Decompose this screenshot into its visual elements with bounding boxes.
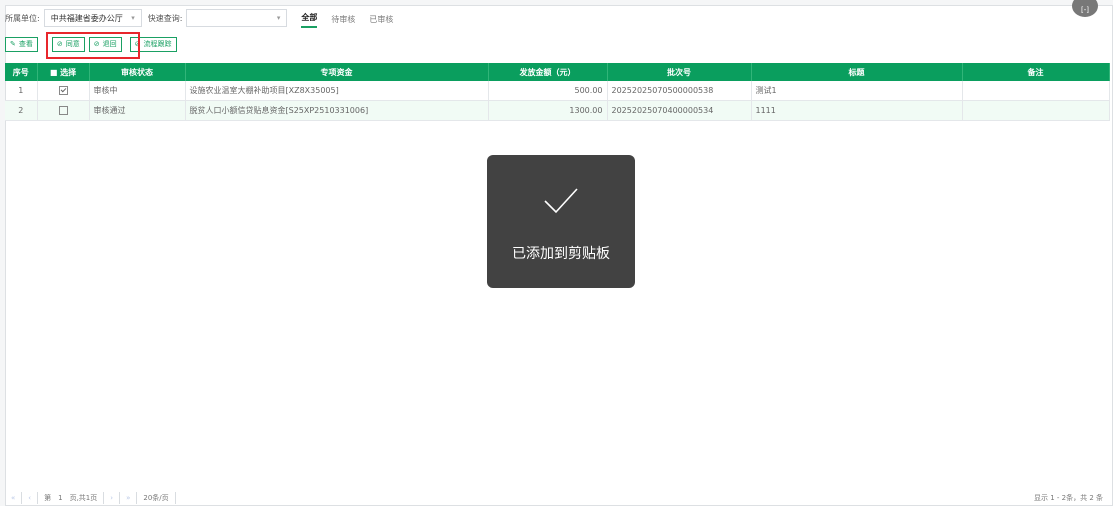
pagination-bar: « ‹ 第 1 页,共1页 › » 20条/页 显示 1 - 2条，共 2 条 (5, 492, 1109, 504)
row-title: 1111 (751, 100, 963, 121)
checkbox-checked[interactable] (58, 86, 68, 95)
row-title: 测试1 (751, 81, 963, 101)
col-amount[interactable]: 发放金额（元） (488, 63, 608, 81)
row-select[interactable] (37, 100, 90, 121)
tab-pending[interactable]: 待审核 (331, 14, 355, 28)
table-row[interactable]: 1 审核中 设施农业温室大棚补助项目[XZ8X35005] 500.00 202… (5, 81, 1110, 101)
edit-icon: ✎ (10, 40, 16, 48)
next-page-button[interactable]: › (104, 492, 121, 504)
page-size-select[interactable]: 20条/页 (137, 492, 176, 504)
toast-message: 已添加到剪贴板 (512, 246, 610, 262)
status-tabs: 全部 待审核 已审核 (301, 8, 407, 28)
tab-reviewed[interactable]: 已审核 (369, 14, 393, 28)
checkmark-icon (544, 188, 578, 214)
col-status[interactable]: 审核状态 (89, 63, 186, 81)
checkbox-unchecked[interactable] (58, 106, 68, 115)
row-status: 审核通过 (89, 100, 186, 121)
page-indicator: 第 1 页,共1页 (38, 492, 105, 504)
row-amount: 1300.00 (488, 100, 608, 121)
row-select[interactable] (37, 81, 90, 101)
unit-label: 所属单位: (5, 13, 40, 23)
last-page-button[interactable]: » (120, 492, 138, 504)
chevron-down-icon: ▾ (276, 14, 281, 22)
row-fund: 设施农业温室大棚补助项目[XZ8X35005] (185, 81, 489, 101)
col-fund[interactable]: 专项资金 (185, 63, 489, 81)
row-remark (962, 100, 1110, 121)
clipboard-toast: 已添加到剪贴板 (487, 155, 635, 288)
quick-search-select[interactable]: ▾ (186, 9, 288, 27)
page-suffix: 页,共1页 (69, 494, 98, 502)
col-remark[interactable]: 备注 (962, 63, 1110, 81)
row-fund: 脱贫人口小额信贷贴息资金[S25XP2510331006] (185, 100, 489, 121)
row-batch: 20252025070400000534 (607, 100, 752, 121)
page-prefix: 第 (44, 494, 52, 502)
first-page-button[interactable]: « (5, 492, 23, 504)
unit-value: 中共福建省委办公厅 (50, 13, 123, 23)
page-input[interactable]: 1 (53, 494, 67, 502)
tab-all[interactable]: 全部 (301, 12, 318, 28)
row-no: 1 (5, 81, 38, 101)
audit-table: 序号 ■ 选择 审核状态 专项资金 发放金额（元） 批次号 标题 备注 1 审核… (5, 63, 1110, 121)
pagination-info: 显示 1 - 2条，共 2 条 (1033, 494, 1103, 502)
row-status: 审核中 (89, 81, 186, 101)
row-remark (962, 81, 1110, 101)
corner-badge-text: [-] (1081, 6, 1089, 14)
quick-search-label: 快速查询: (147, 13, 183, 23)
highlight-box (46, 32, 140, 59)
row-amount: 500.00 (488, 81, 608, 101)
col-batch[interactable]: 批次号 (607, 63, 752, 81)
table-header: 序号 ■ 选择 审核状态 专项资金 发放金额（元） 批次号 标题 备注 (5, 63, 1110, 81)
view-button-label: 查看 (18, 40, 33, 48)
row-batch: 20252025070500000538 (607, 81, 752, 101)
col-no[interactable]: 序号 (5, 63, 38, 81)
col-select[interactable]: ■ 选择 (37, 63, 90, 81)
flow-track-button-label: 流程跟踪 (143, 40, 172, 48)
unit-select[interactable]: 中共福建省委办公厅 ▾ (43, 9, 142, 27)
chevron-down-icon: ▾ (131, 14, 135, 22)
row-no: 2 (5, 100, 38, 121)
prev-page-button[interactable]: ‹ (22, 492, 39, 504)
filter-bar: 所属单位: 中共福建省委办公厅 ▾ 快速查询: ▾ 全部 待审核 已审核 (5, 8, 407, 28)
col-title[interactable]: 标题 (751, 63, 963, 81)
corner-badge[interactable]: [-] (1072, 0, 1098, 17)
view-button[interactable]: ✎ 查看 (5, 36, 38, 52)
table-row[interactable]: 2 审核通过 脱贫人口小额信贷贴息资金[S25XP2510331006] 130… (5, 100, 1110, 121)
